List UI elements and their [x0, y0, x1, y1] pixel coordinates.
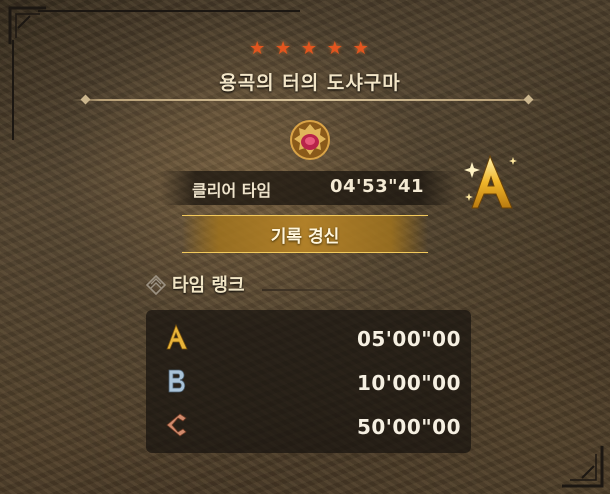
record-label: 기록 경신	[270, 227, 340, 247]
star-icon: ★	[352, 38, 371, 59]
quest-title: 용곡의 터의 도샤구마	[219, 72, 401, 94]
frame-top-line	[38, 10, 300, 12]
frame-corner-bottom-right	[562, 446, 604, 488]
star-icon: ★	[275, 38, 294, 59]
star-icon: ★	[249, 38, 268, 59]
rank-row-a: 05'00"00	[146, 315, 471, 359]
rank-c-icon	[166, 413, 187, 437]
star-icon: ★	[326, 38, 345, 59]
rank-a-large-icon	[464, 154, 517, 209]
section-divider	[262, 289, 412, 291]
rank-b-icon	[168, 369, 186, 393]
rank-row-b: 10'00"00	[146, 359, 471, 403]
title-divider	[72, 99, 542, 101]
clear-time-value: 04'53"41	[330, 176, 425, 197]
difficulty-stars: ★ ★ ★ ★ ★	[0, 38, 610, 59]
star-icon: ★	[300, 38, 320, 59]
rank-a-time: 05'00"00	[356, 327, 461, 351]
rank-c-time: 50'00"00	[356, 415, 461, 439]
rank-table: 05'00"00 10'00"00 50'00"00	[146, 310, 471, 453]
section-title: 타임 랭크	[172, 275, 245, 296]
rank-a-icon	[166, 324, 188, 350]
time-rank-icon	[146, 275, 166, 295]
rank-row-c: 50'00"00	[146, 403, 471, 447]
clear-time-label: 클리어 타임	[192, 181, 272, 200]
rank-b-time: 10'00"00	[356, 371, 461, 395]
monster-emblem-icon	[290, 120, 330, 160]
